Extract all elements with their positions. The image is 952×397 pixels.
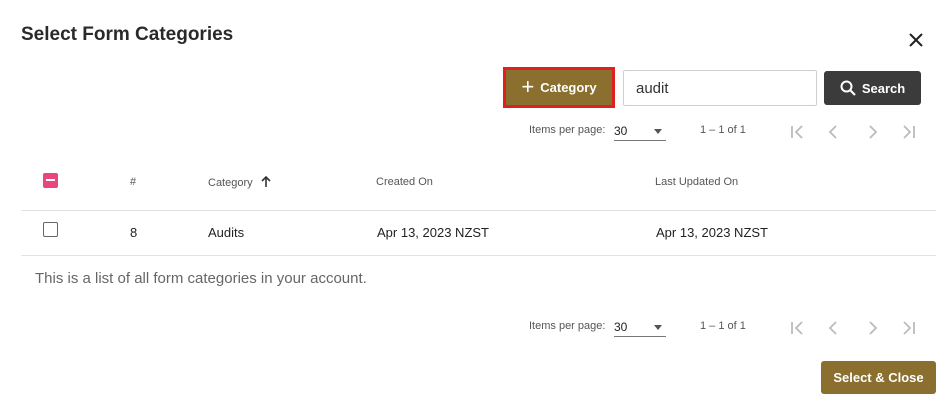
chevron-down-icon — [654, 129, 662, 134]
dialog-title: Select Form Categories — [21, 24, 234, 45]
next-page-icon[interactable] — [860, 316, 884, 340]
plus-icon: + — [521, 73, 535, 99]
column-header-number[interactable]: # — [130, 176, 136, 188]
add-category-button[interactable]: + Category — [503, 67, 615, 108]
column-header-created-on[interactable]: Created On — [376, 176, 433, 188]
column-header-category-label: Category — [208, 177, 253, 189]
add-category-label: Category — [540, 80, 597, 95]
select-and-close-button[interactable]: Select & Close — [821, 361, 936, 394]
previous-page-icon[interactable] — [822, 120, 846, 144]
search-button[interactable]: Search — [824, 71, 921, 105]
paginator-bottom: Items per page: 30 1 – 1 of 1 — [529, 316, 929, 340]
row-last-updated: Apr 13, 2023 NZST — [656, 225, 768, 240]
row-divider — [21, 255, 936, 256]
page-size-value: 30 — [614, 320, 628, 334]
page-range-label: 1 – 1 of 1 — [700, 320, 746, 332]
paginator-top: Items per page: 30 1 – 1 of 1 — [529, 120, 929, 144]
column-header-last-updated[interactable]: Last Updated On — [655, 176, 738, 188]
arrow-up-icon — [261, 176, 271, 187]
select-all-checkbox[interactable] — [43, 173, 58, 188]
search-icon — [840, 80, 856, 96]
row-category: Audits — [208, 225, 245, 240]
column-header-category[interactable]: Category — [208, 176, 271, 189]
page-size-select[interactable]: 30 — [614, 122, 666, 141]
first-page-icon[interactable] — [786, 316, 810, 340]
chevron-down-icon — [654, 325, 662, 330]
last-page-icon[interactable] — [896, 120, 920, 144]
row-created-on: Apr 13, 2023 NZST — [377, 225, 489, 240]
row-number: 8 — [130, 225, 138, 240]
page-range-label: 1 – 1 of 1 — [700, 124, 746, 136]
row-checkbox[interactable] — [43, 222, 58, 237]
table-footnote: This is a list of all form categories in… — [35, 270, 367, 287]
search-button-label: Search — [861, 80, 906, 96]
previous-page-icon[interactable] — [822, 316, 846, 340]
items-per-page-label: Items per page: — [529, 320, 606, 332]
close-icon[interactable] — [906, 30, 926, 50]
header-divider — [21, 210, 936, 211]
page-size-select[interactable]: 30 — [614, 318, 666, 337]
search-input[interactable] — [623, 70, 817, 106]
items-per-page-label: Items per page: — [529, 124, 606, 136]
first-page-icon[interactable] — [786, 120, 810, 144]
next-page-icon[interactable] — [860, 120, 884, 144]
last-page-icon[interactable] — [896, 316, 920, 340]
page-size-value: 30 — [614, 124, 628, 138]
